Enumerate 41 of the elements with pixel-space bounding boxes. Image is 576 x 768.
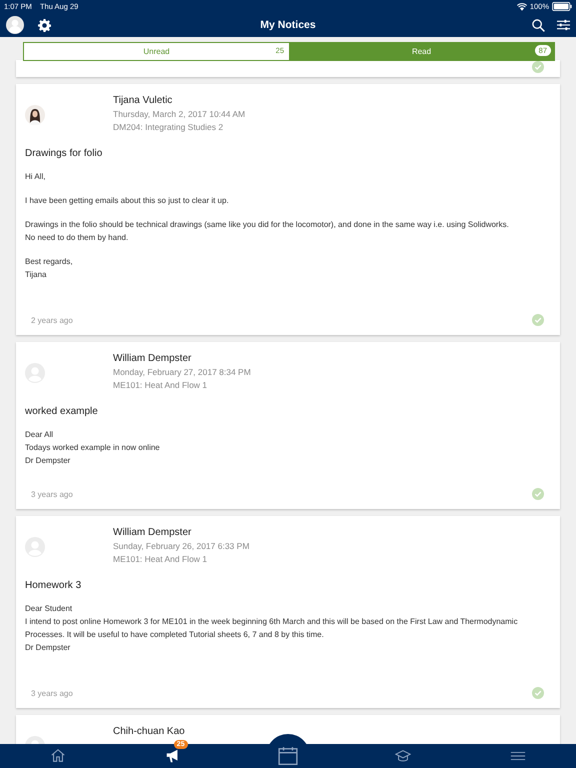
body-text: Drawings in the folio should be technical drawings (same like you did for the locomotor), and done in the same way i.e. using Solidworks. [25,219,510,231]
post-age: 2 years ago [30,316,73,324]
body-text: Hi All, [25,171,46,183]
body-text: Tijana [25,269,48,281]
page-title: My Notices [260,19,316,31]
graduation-cap-icon[interactable] [395,748,412,764]
notice-card[interactable]: William Dempster Monday, February 27, 2017 8:34 PM ME101: Heat And Flow 1 worked example Dear All Todays worked example in now online Dr Dempster 3 years ago [16,342,560,509]
notice-title: Drawings for folio [25,148,104,159]
body-text: Todays worked example in now online [25,442,161,454]
post-age: 3 years ago [30,490,73,498]
course-name: ME101: Heat And Flow 1 [113,379,208,391]
body-text: I intend to post online Homework 3 for ME101 in the week beginning 6th March and this will be based on the First Law and Thermodynamic Processes. It will be useful to have completed Tutorial sheets 6, 7 and 8 by this time. [25,616,519,641]
body-text: I have been getting emails about this so just to clear it up. [25,195,230,207]
post-datetime: Sunday, February 26, 2017 6:33 PM [113,540,250,552]
notice-title: Homework 3 [25,580,82,591]
notice-card[interactable] [16,60,560,77]
body-text: Dr Dempster [25,642,72,654]
author-name: William Dempster [113,526,192,539]
body-text: Dr Dempster [25,455,72,467]
course-name: ME101: Heat And Flow 1 [113,553,208,565]
author-name: William Dempster [113,352,192,365]
course-name: DM204: Integrating Studies 2 [113,121,224,133]
body-text: Dear All [25,429,54,441]
body-text: Dear Student [25,603,74,615]
post-datetime: Thursday, March 2, 2017 10:44 AM [113,108,246,120]
filter-sliders-icon[interactable] [557,19,570,31]
battery-icon [552,2,572,11]
author-name: Chih-chuan Kao [113,725,185,738]
post-age: 3 years ago [30,688,73,698]
calendar-icon[interactable] [278,746,298,766]
post-datetime: Monday, February 27, 2017 8:34 PM [113,366,251,378]
body-text: Best regards, [25,256,74,268]
settings-icon[interactable] [38,18,51,32]
avatar-icon[interactable] [6,16,24,34]
home-icon[interactable] [50,748,66,764]
user-photo-avatar [25,105,45,125]
search-icon[interactable] [532,18,545,32]
wifi-icon [516,2,527,10]
author-name: Tijana Vuletic [113,94,174,107]
body-text: No need to do them by hand. [25,232,130,244]
notice-title: worked example [25,406,99,417]
